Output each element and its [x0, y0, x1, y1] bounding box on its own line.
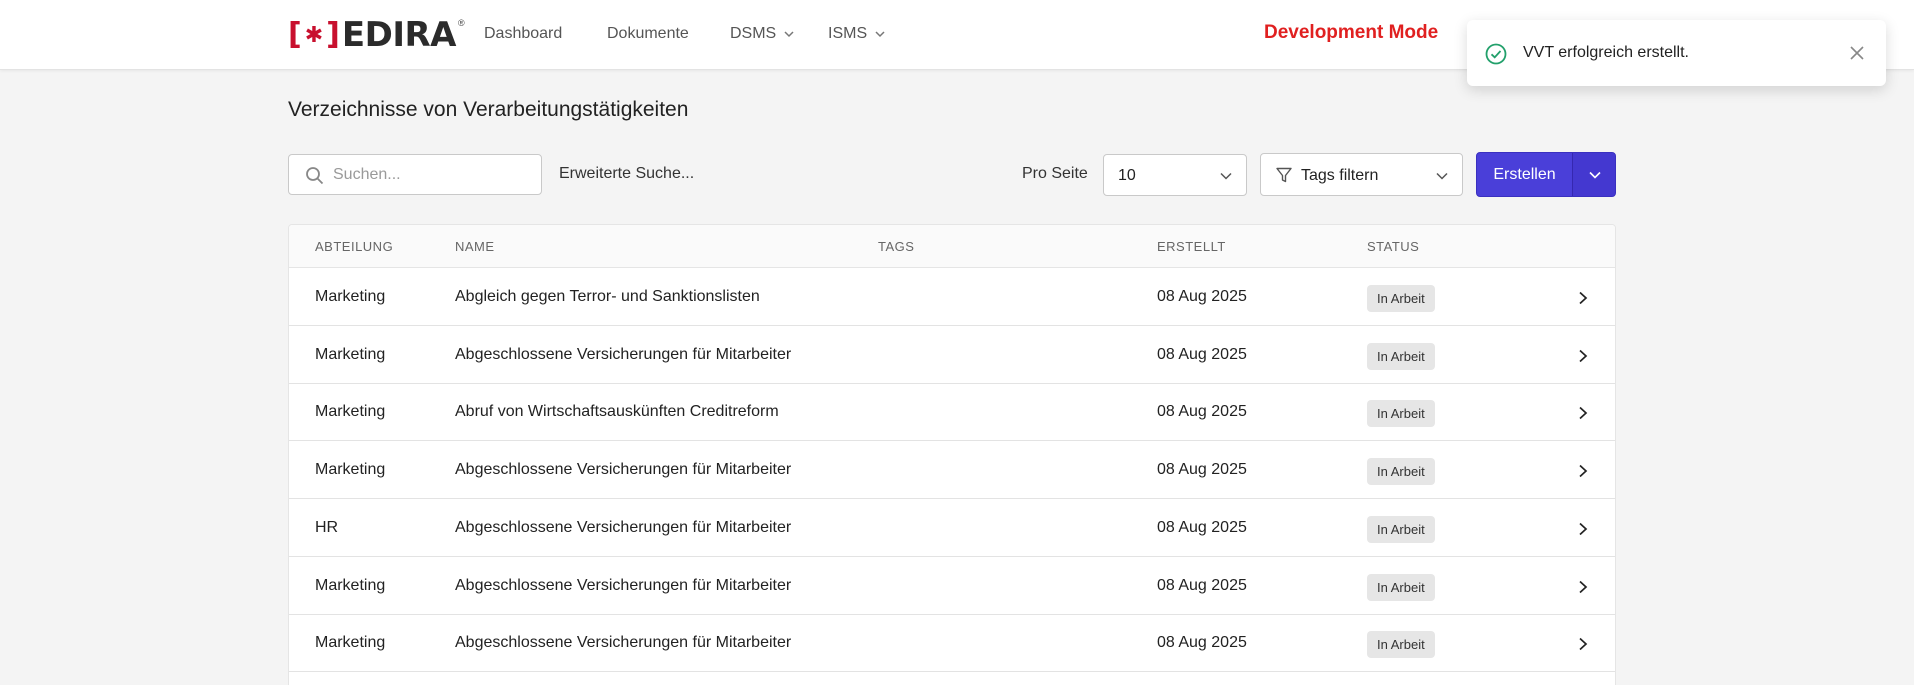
chevron-right-icon[interactable] — [1577, 464, 1589, 478]
cell-department: HR — [315, 518, 339, 536]
table-header: ABTEILUNG NAME TAGS ERSTELLT STATUS — [289, 225, 1615, 268]
check-circle-icon — [1485, 43, 1507, 65]
column-header-department[interactable]: ABTEILUNG — [315, 239, 393, 254]
cell-department: Marketing — [315, 576, 386, 594]
per-page-select[interactable]: 10 — [1103, 154, 1247, 196]
page-title: Verzeichnisse von Verarbeitungstätigkeit… — [288, 98, 689, 121]
chevron-down-icon — [1220, 172, 1232, 180]
tags-filter-label: Tags filtern — [1301, 167, 1379, 184]
cell-name: Abgleich gegen Terror- und Sanktionslist… — [455, 288, 760, 305]
chevron-right-icon[interactable] — [1577, 580, 1589, 594]
registered-mark: ® — [457, 18, 465, 28]
cell-name: Abgeschlossene Versicherungen für Mitarb… — [455, 345, 792, 363]
status-badge: In Arbeit — [1367, 342, 1435, 370]
column-header-created[interactable]: ERSTELLT — [1157, 239, 1226, 254]
cell-created: 08 Aug 2025 — [1157, 403, 1247, 421]
advanced-search-link[interactable]: Erweiterte Suche... — [559, 165, 694, 183]
chevron-right-icon[interactable] — [1577, 291, 1589, 305]
table-row[interactable]: Marketing Abgeschlossene Versicherungen f… — [289, 557, 1615, 615]
development-mode-label: Development Mode — [1264, 22, 1439, 43]
chevron-down-icon — [784, 31, 794, 38]
create-dropdown-toggle[interactable] — [1572, 153, 1615, 196]
chevron-down-icon — [1436, 172, 1448, 180]
status-badge: In Arbeit — [1367, 400, 1435, 428]
logo-star-icon: ✱ — [304, 22, 324, 47]
edira-logo[interactable]: [ ✱ ] EDIRA ® — [288, 16, 465, 54]
tags-filter-dropdown[interactable]: Tags filtern — [1260, 153, 1463, 196]
cell-department: Marketing — [315, 345, 386, 363]
cell-department: Marketing — [315, 288, 386, 305]
search-box[interactable] — [288, 154, 542, 195]
nav-dsms[interactable]: DSMS — [730, 25, 794, 43]
chevron-right-icon[interactable] — [1577, 522, 1589, 536]
cell-name: Abgeschlossene Versicherungen für Mitarb… — [455, 461, 792, 479]
toast-message: VVT erfolgreich erstellt. — [1523, 44, 1689, 61]
cell-created: 08 Aug 2025 — [1157, 288, 1247, 305]
nav-dashboard-label: Dashboard — [484, 25, 563, 42]
column-header-status[interactable]: STATUS — [1367, 239, 1419, 254]
cell-name: Abruf von Wirtschaftsauskünften Creditre… — [455, 403, 779, 421]
cell-department: Marketing — [315, 634, 386, 652]
status-badge: In Arbeit — [1367, 631, 1435, 659]
table-row[interactable]: Marketing Abgeschlossene Versicherungen f… — [289, 326, 1615, 384]
success-toast: VVT erfolgreich erstellt. — [1467, 20, 1886, 86]
cell-name: Abgeschlossene Versicherungen für Mitarb… — [455, 634, 792, 652]
nav-dsms-label: DSMS — [730, 25, 777, 42]
table-row[interactable]: Marketing Abgeschlossene Versicherungen f… — [289, 441, 1615, 500]
cell-name: Abgeschlossene Versicherungen für Mitarb… — [455, 518, 792, 536]
records-table: ABTEILUNG NAME TAGS ERSTELLT STATUS Mark… — [288, 224, 1616, 685]
cell-created: 08 Aug 2025 — [1157, 518, 1247, 536]
chevron-right-icon[interactable] — [1577, 637, 1589, 651]
nav-dokumente-label: Dokumente — [607, 25, 689, 42]
nav-isms[interactable]: ISMS — [828, 25, 885, 43]
cell-created: 08 Aug 2025 — [1157, 345, 1247, 363]
column-header-tags[interactable]: TAGS — [878, 239, 914, 254]
create-split-button: Erstellen — [1476, 152, 1616, 197]
filter-icon — [1276, 167, 1292, 183]
logo-bracket-right: ] — [326, 17, 340, 52]
status-badge: In Arbeit — [1367, 515, 1435, 543]
table-row[interactable]: HR Abgeschlossene Versicherungen für Mita… — [289, 499, 1615, 557]
table-row[interactable]: Marketing Abruf von Wirtschaftsauskünften… — [289, 383, 1615, 442]
search-input[interactable] — [333, 155, 533, 194]
cell-department: Marketing — [315, 403, 386, 421]
column-header-name[interactable]: NAME — [455, 239, 495, 254]
status-badge: In Arbeit — [1367, 458, 1435, 486]
cell-created: 08 Aug 2025 — [1157, 461, 1247, 479]
chevron-down-icon — [1589, 171, 1601, 179]
table-row[interactable]: Marketing Abgleich gegen Terror- und Sank… — [289, 268, 1615, 326]
logo-text: EDIRA — [341, 15, 457, 55]
search-icon — [306, 167, 324, 185]
nav-dokumente[interactable]: Dokumente — [607, 25, 689, 43]
chevron-right-icon[interactable] — [1577, 406, 1589, 420]
close-icon[interactable] — [1848, 44, 1866, 62]
chevron-down-icon — [875, 31, 885, 38]
cell-department: Marketing — [315, 461, 386, 479]
cell-created: 08 Aug 2025 — [1157, 634, 1247, 652]
nav-dashboard[interactable]: Dashboard — [484, 25, 562, 43]
cell-name: Abgeschlossene Versicherungen für Mitarb… — [455, 576, 792, 594]
chevron-right-icon[interactable] — [1577, 349, 1589, 363]
logo-bracket-left: [ — [288, 17, 302, 52]
table-row[interactable]: Marketing Abgeschlossene Versicherungen f… — [289, 614, 1615, 673]
nav-isms-label: ISMS — [828, 25, 868, 42]
status-badge: In Arbeit — [1367, 573, 1435, 601]
status-badge: In Arbeit — [1367, 285, 1435, 312]
cell-created: 08 Aug 2025 — [1157, 576, 1247, 594]
create-button[interactable]: Erstellen — [1477, 153, 1572, 196]
per-page-value: 10 — [1118, 167, 1136, 184]
per-page-label: Pro Seite — [1022, 165, 1088, 182]
